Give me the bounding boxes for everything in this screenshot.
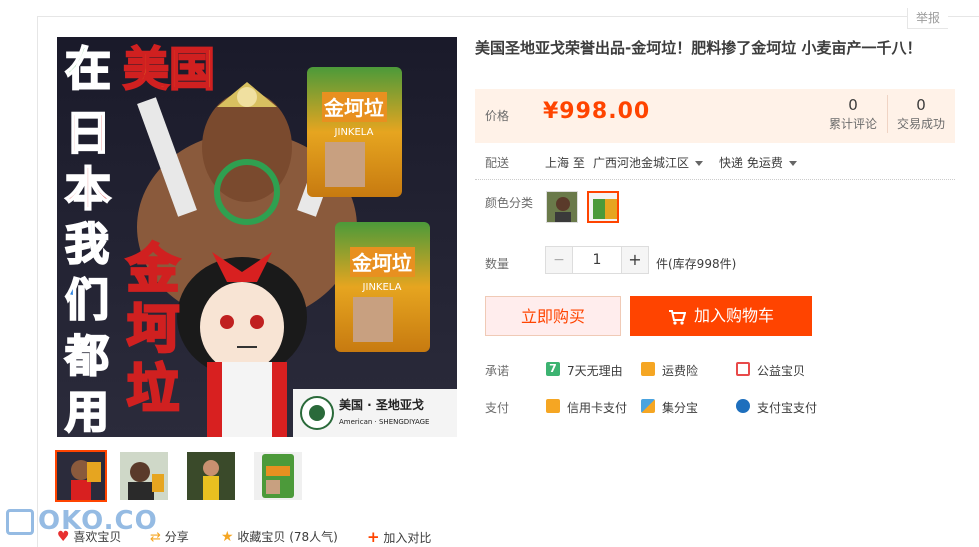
sales-count-number: 0: [916, 96, 926, 114]
payment-label: 支付: [485, 401, 510, 415]
svg-text:在: 在: [65, 42, 111, 96]
thumbnail-3[interactable]: [187, 452, 235, 500]
add-to-cart-label: 加入购物车: [693, 306, 774, 325]
collect-button[interactable]: ★ 收藏宝贝 (78人气): [221, 528, 338, 545]
color-option-2[interactable]: [587, 191, 619, 223]
star-icon: ★: [221, 529, 234, 545]
chevron-down-icon: [788, 161, 797, 166]
svg-text:都: 都: [64, 331, 109, 382]
poster-illustration: 金坷垃 JINKELA 金坷垃 JINKELA 在 美国 日 本 我 们 都 用…: [57, 37, 457, 437]
stock-text: 件(库存998件): [656, 257, 737, 271]
thumbnail-2[interactable]: [120, 452, 168, 500]
credit-card-icon: [546, 399, 560, 413]
shipping-method-select[interactable]: 快递 免运费: [719, 154, 797, 171]
buy-now-button[interactable]: 立即购买: [485, 296, 621, 336]
promise-shipping-insurance[interactable]: 运费险: [662, 362, 698, 379]
product-bag: 金坷垃 JINKELA: [335, 222, 430, 352]
watermark: OKO.CO: [6, 506, 158, 536]
svg-text:日: 日: [65, 106, 111, 160]
svg-text:美国 · 圣地亚戈: 美国 · 圣地亚戈: [339, 397, 424, 412]
destination-text: 广西河池金城江区: [593, 156, 690, 170]
review-count-number: 0: [848, 96, 858, 114]
chevron-down-icon: [695, 161, 704, 166]
sales-count: 0 交易成功: [887, 95, 954, 133]
svg-text:们: 们: [65, 275, 109, 326]
svg-text:美国: 美国: [123, 42, 215, 96]
svg-text:用: 用: [65, 387, 109, 437]
seven-day-return-icon: 7: [546, 362, 560, 376]
shipping-from: 上海 至: [545, 154, 585, 171]
divider: [475, 179, 955, 180]
svg-text:American · SHENGDIYAGE: American · SHENGDIYAGE: [339, 418, 429, 426]
quantity-increase-button[interactable]: +: [621, 246, 649, 274]
collect-count: (78人气): [289, 530, 338, 544]
review-count[interactable]: 0 累计评论: [820, 95, 886, 133]
product-bag: 金坷垃 JINKELA: [307, 67, 402, 197]
svg-text:JINKELA: JINKELA: [362, 282, 402, 293]
compare-button[interactable]: + 加入对比: [367, 528, 431, 546]
svg-text:金坷垃: 金坷垃: [323, 96, 384, 120]
compare-label: 加入对比: [383, 531, 432, 545]
destination-select[interactable]: 广西河池金城江区: [593, 154, 704, 171]
promise-charity[interactable]: 公益宝贝: [757, 362, 805, 379]
payment-jifenbao[interactable]: 集分宝: [662, 399, 698, 416]
color-option-1[interactable]: [546, 191, 578, 223]
price-label: 价格: [485, 109, 510, 123]
svg-text:坷: 坷: [127, 300, 179, 360]
brand-logo: 美国 · 圣地亚戈 American · SHENGDIYAGE: [293, 389, 457, 437]
review-count-label: 累计评论: [828, 117, 877, 131]
shipping-origin: 上海: [545, 156, 570, 170]
quantity-decrease-button[interactable]: −: [545, 246, 573, 274]
watermark-text: OKO.CO: [38, 506, 158, 536]
shipping-insurance-icon: [641, 362, 655, 376]
shipping-to-word: 至: [572, 156, 585, 170]
svg-text:本: 本: [65, 162, 111, 216]
promise-seven-day-return[interactable]: 7天无理由: [567, 362, 623, 379]
payment-alipay[interactable]: 支付宝支付: [757, 399, 817, 416]
add-to-cart-button[interactable]: 加入购物车: [630, 296, 812, 336]
main-product-image[interactable]: 金坷垃 JINKELA 金坷垃 JINKELA 在 美国 日 本 我 们 都 用…: [57, 37, 457, 437]
svg-text:JINKELA: JINKELA: [334, 127, 374, 138]
report-link[interactable]: 举报: [907, 8, 948, 29]
thumbnail-1[interactable]: [55, 450, 107, 502]
sales-count-label: 交易成功: [896, 117, 945, 131]
svg-text:金: 金: [126, 240, 180, 300]
cart-icon: [668, 309, 687, 325]
svg-text:金坷垃: 金坷垃: [351, 251, 412, 275]
watermark-icon: [6, 508, 34, 535]
svg-text:我: 我: [65, 219, 109, 270]
svg-text:垃: 垃: [127, 360, 179, 420]
shipping-method-text: 快递 免运费: [719, 156, 783, 170]
plus-icon: +: [367, 528, 380, 546]
share-label: 分享: [164, 530, 189, 544]
shipping-label: 配送: [485, 156, 510, 170]
alipay-icon: [736, 399, 750, 413]
payment-credit-card[interactable]: 信用卡支付: [567, 399, 627, 416]
thumbnail-4[interactable]: [254, 452, 302, 500]
product-title: 美国圣地亚戈荣誉出品-金坷垃！肥料掺了金坷垃 小麦亩产一千八！: [475, 39, 922, 57]
quantity-input[interactable]: 1: [572, 246, 622, 274]
promise-label: 承诺: [485, 364, 510, 378]
price-box: 价格 ¥998.00 0 累计评论 0 交易成功: [475, 89, 955, 143]
collect-label: 收藏宝贝: [237, 530, 286, 544]
color-label: 颜色分类: [485, 196, 534, 210]
price-value: ¥998.00: [543, 99, 651, 124]
quantity-label: 数量: [485, 257, 510, 271]
jifenbao-icon: [641, 399, 655, 413]
charity-icon: [736, 362, 750, 376]
